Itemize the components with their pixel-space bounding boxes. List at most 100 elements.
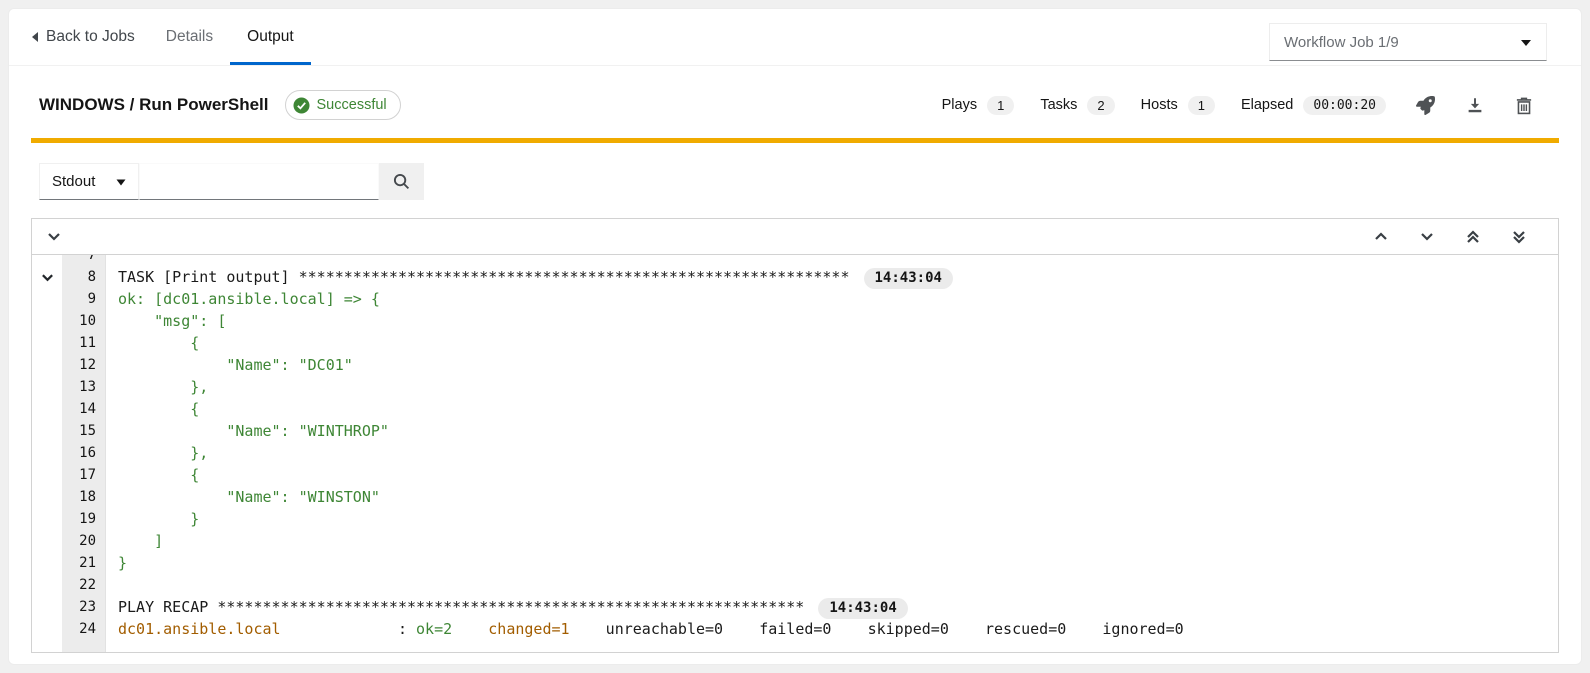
job-stats: Plays 1 Tasks 2 Hosts 1 Elapsed 00:00:20 (942, 96, 1386, 115)
line-number[interactable]: 23 (62, 596, 106, 618)
download-output-button[interactable] (1466, 96, 1484, 114)
line-number[interactable]: 11 (62, 332, 106, 354)
line-text: "Name": "WINTHROP" (106, 420, 389, 442)
rocket-icon (1416, 96, 1435, 115)
line-text: { (106, 332, 199, 354)
search-icon (393, 173, 410, 190)
plays-count-badge: 1 (987, 96, 1014, 115)
console-line: 13 }, (32, 376, 1558, 398)
console-line: 18 "Name": "WINSTON" (32, 486, 1558, 508)
download-icon (1466, 96, 1484, 114)
tasks-count-badge: 2 (1087, 96, 1114, 115)
console-line: 21} (32, 552, 1558, 574)
search-button[interactable] (379, 163, 424, 200)
output-viewport[interactable]: 7 8TASK [Print output] *****************… (32, 255, 1558, 652)
job-output-page: Back to Jobs Details Output Workflow Job… (8, 8, 1582, 665)
line-text: { (106, 398, 199, 420)
console-line: 12 "Name": "DC01" (32, 354, 1558, 376)
tab-bar: Back to Jobs Details Output Workflow Job… (9, 9, 1581, 66)
line-number[interactable]: 16 (62, 442, 106, 464)
line-number[interactable]: 19 (62, 508, 106, 530)
line-text: { (106, 464, 199, 486)
line-number[interactable]: 18 (62, 486, 106, 508)
elapsed-time-badge: 00:00:20 (1303, 96, 1386, 115)
chevron-up-icon (1374, 232, 1388, 241)
line-number[interactable]: 14 (62, 398, 106, 420)
scroll-to-top-button[interactable] (1466, 230, 1480, 244)
line-number[interactable]: 21 (62, 552, 106, 574)
line-number[interactable]: 24 (62, 618, 106, 640)
line-text: ok: [dc01.ansible.local] => { (106, 288, 380, 310)
line-number[interactable]: 22 (62, 574, 106, 596)
scroll-next-button[interactable] (1420, 232, 1434, 241)
line-text: "msg": [ (106, 310, 226, 332)
console-line: 17 { (32, 464, 1558, 486)
workflow-job-select-value: Workflow Job 1/9 (1284, 34, 1399, 51)
console-line: 9ok: [dc01.ansible.local] => { (32, 288, 1558, 310)
hosts-count-badge: 1 (1188, 96, 1215, 115)
tab-output[interactable]: Output (230, 9, 311, 65)
scroll-previous-button[interactable] (1374, 232, 1388, 241)
line-number[interactable]: 8 (62, 266, 106, 288)
line-text: dc01.ansible.local : ok=2 changed=1 unre… (106, 618, 1184, 640)
stat-elapsed: Elapsed 00:00:20 (1241, 96, 1386, 115)
line-number[interactable]: 20 (62, 530, 106, 552)
console-line: 11 { (32, 332, 1558, 354)
line-text: }, (106, 442, 208, 464)
trash-icon (1515, 96, 1533, 115)
stat-hosts: Hosts 1 (1141, 96, 1215, 115)
stdout-filter-value: Stdout (52, 173, 95, 190)
relaunch-button[interactable] (1416, 96, 1435, 115)
line-text: TASK [Print output] ********************… (106, 266, 953, 289)
line-number[interactable]: 10 (62, 310, 106, 332)
job-header: WINDOWS / Run PowerShell Successful Play… (9, 66, 1581, 138)
chevron-down-icon (47, 232, 61, 241)
stat-plays: Plays 1 (942, 96, 1015, 115)
line-text: }, (106, 376, 208, 398)
workflow-job-select[interactable]: Workflow Job 1/9 (1269, 23, 1547, 61)
line-text: } (106, 552, 127, 574)
line-text: "Name": "WINSTON" (106, 486, 380, 508)
line-number[interactable]: 9 (62, 288, 106, 310)
success-check-icon (293, 97, 310, 114)
output-toolbar (32, 219, 1558, 255)
expand-task-chevron-icon (41, 273, 54, 282)
timestamp-badge: 14:43:04 (864, 268, 953, 289)
console-line: 15 "Name": "WINTHROP" (32, 420, 1558, 442)
line-text: ] (106, 530, 163, 552)
line-number[interactable]: 17 (62, 464, 106, 486)
console-line: 7 (32, 255, 1558, 266)
job-title: WINDOWS / Run PowerShell (39, 95, 269, 115)
tab-details[interactable]: Details (149, 9, 230, 65)
status-badge[interactable]: Successful (285, 90, 401, 120)
back-to-jobs-label: Back to Jobs (46, 28, 135, 46)
double-chevron-down-icon (1512, 230, 1526, 244)
back-to-jobs-link[interactable]: Back to Jobs (31, 9, 149, 65)
double-chevron-up-icon (1466, 230, 1480, 244)
stdout-filter-select[interactable]: Stdout (39, 163, 139, 200)
line-text: "Name": "DC01" (106, 354, 353, 376)
collapse-all-toggle[interactable] (47, 232, 61, 241)
line-number[interactable]: 13 (62, 376, 106, 398)
filter-row: Stdout (39, 163, 1559, 200)
status-badge-label: Successful (317, 97, 387, 113)
output-console: 7 8TASK [Print output] *****************… (31, 218, 1559, 653)
expand-task-toggle[interactable] (32, 273, 62, 282)
stat-tasks: Tasks 2 (1040, 96, 1114, 115)
timestamp-badge: 14:43:04 (818, 598, 907, 619)
console-line: 23PLAY RECAP ***************************… (32, 596, 1558, 618)
delete-job-button[interactable] (1515, 96, 1533, 115)
chevron-down-icon (116, 173, 126, 190)
line-number[interactable]: 12 (62, 354, 106, 376)
chevron-down-icon (1420, 232, 1434, 241)
console-line: 19 } (32, 508, 1558, 530)
line-text: PLAY RECAP *****************************… (106, 596, 908, 619)
line-text: } (106, 508, 199, 530)
console-line: 10 "msg": [ (32, 310, 1558, 332)
line-number[interactable]: 15 (62, 420, 106, 442)
scroll-to-bottom-button[interactable] (1512, 230, 1526, 244)
search-input[interactable] (139, 163, 379, 200)
console-line: 22 (32, 574, 1558, 596)
line-number[interactable]: 7 (62, 255, 106, 266)
console-line: 14 { (32, 398, 1558, 420)
